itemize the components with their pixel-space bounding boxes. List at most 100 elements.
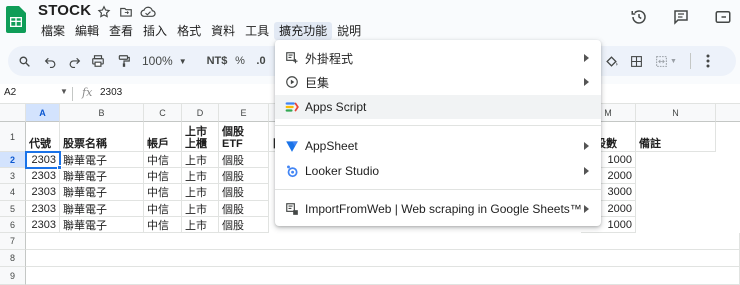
cell-name[interactable]: 聯華電子 — [60, 168, 144, 184]
fill-color-icon[interactable] — [602, 53, 620, 69]
chevron-down-icon[interactable]: ▼ — [60, 87, 68, 96]
column-header[interactable] — [716, 104, 740, 122]
row-header[interactable]: 6 — [0, 217, 26, 233]
more-options-icon[interactable] — [702, 53, 714, 69]
cell-code[interactable]: 2303 — [26, 168, 60, 184]
meet-present-icon[interactable] — [712, 6, 734, 28]
row-header[interactable]: 5 — [0, 201, 26, 217]
menu-format[interactable]: 格式 — [172, 22, 206, 40]
cell-kind[interactable]: 個股 — [219, 184, 269, 201]
name-box[interactable]: A2 — [4, 87, 16, 98]
redo-icon[interactable] — [66, 53, 82, 69]
print-icon[interactable] — [90, 53, 106, 69]
currency-format-button[interactable]: NT$ — [204, 53, 230, 69]
cell-account[interactable]: 中信 — [144, 184, 182, 201]
menu-item-apps-script[interactable]: Apps Script — [275, 95, 601, 119]
row-header[interactable]: 2 — [0, 152, 26, 168]
submenu-arrow-icon — [584, 78, 589, 86]
empty-row[interactable] — [26, 250, 740, 267]
paint-format-icon[interactable] — [116, 53, 132, 69]
menu-tools[interactable]: 工具 — [240, 22, 274, 40]
menu-item-macros[interactable]: 巨集 — [275, 70, 601, 94]
cell-account[interactable]: 中信 — [144, 152, 182, 168]
menu-item-importfromweb[interactable]: ImportFromWeb | Web scraping in Google S… — [275, 197, 601, 221]
cell-name[interactable]: 聯華電子 — [60, 217, 144, 233]
comments-icon[interactable] — [670, 6, 692, 28]
header-cell-name[interactable]: 股票名稱 — [60, 122, 144, 152]
cell-name[interactable]: 聯華電子 — [60, 152, 144, 168]
zoom-value: 100% — [142, 54, 173, 68]
menu-view[interactable]: 查看 — [104, 22, 138, 40]
column-header[interactable]: D — [182, 104, 219, 122]
cloud-status-icon[interactable] — [140, 4, 156, 20]
row-header[interactable]: 7 — [0, 233, 26, 250]
menu-insert[interactable]: 插入 — [138, 22, 172, 40]
row-header[interactable]: 1 — [0, 122, 26, 152]
cell-code[interactable]: 2303 — [26, 201, 60, 217]
apps-script-icon — [284, 99, 300, 115]
formula-divider — [72, 87, 73, 101]
empty-row[interactable] — [26, 233, 740, 250]
submenu-arrow-icon — [584, 205, 589, 213]
cell-account[interactable]: 中信 — [144, 217, 182, 233]
column-header[interactable]: C — [144, 104, 182, 122]
sheets-logo-icon[interactable] — [6, 6, 26, 33]
column-header[interactable]: B — [60, 104, 144, 122]
title-bar: STOCK 檔案 編輯 查看 插入 格式 資料 工具 擴充功能 說明 — [0, 0, 740, 40]
macro-play-icon — [284, 74, 300, 90]
column-header[interactable]: N — [636, 104, 716, 122]
menu-file[interactable]: 檔案 — [36, 22, 70, 40]
cell-name[interactable]: 聯華電子 — [60, 184, 144, 201]
document-title[interactable]: STOCK — [38, 2, 91, 19]
percent-format-button[interactable]: % — [234, 53, 246, 69]
undo-icon[interactable] — [42, 53, 58, 69]
cell-market[interactable]: 上市 — [182, 168, 219, 184]
cell-account[interactable]: 中信 — [144, 201, 182, 217]
cell-kind[interactable]: 個股 — [219, 168, 269, 184]
fill-handle[interactable] — [57, 165, 62, 170]
menu-item-addons[interactable]: 外掛程式 — [275, 46, 601, 70]
decrease-decimal-button[interactable]: .0 — [254, 53, 268, 69]
cell-market[interactable]: 上市 — [182, 217, 219, 233]
cell-market[interactable]: 上市 — [182, 152, 219, 168]
row-header[interactable]: 8 — [0, 250, 26, 267]
row-header[interactable]: 3 — [0, 168, 26, 184]
cell-account[interactable]: 中信 — [144, 168, 182, 184]
empty-row[interactable] — [26, 267, 740, 285]
menu-data[interactable]: 資料 — [206, 22, 240, 40]
cell-kind[interactable]: 個股 — [219, 201, 269, 217]
version-history-icon[interactable] — [628, 6, 650, 28]
cell-kind[interactable]: 個股 — [219, 152, 269, 168]
header-cell-code[interactable]: 代號 — [26, 122, 60, 152]
row-header[interactable]: 4 — [0, 184, 26, 201]
merge-cells-icon[interactable]: ▼ — [654, 53, 678, 69]
column-header[interactable]: A — [26, 104, 60, 122]
menu-item-looker-studio[interactable]: Looker Studio — [275, 159, 601, 183]
zoom-select[interactable]: 100% ▼ — [142, 53, 192, 69]
menu-extensions[interactable]: 擴充功能 — [274, 22, 333, 40]
cell-name[interactable]: 聯華電子 — [60, 201, 144, 217]
menu-edit[interactable]: 編輯 — [70, 22, 104, 40]
select-all-corner[interactable] — [0, 104, 26, 122]
extensions-menu: 外掛程式 巨集 Apps Script AppSheet Looker Stud… — [275, 40, 601, 226]
row-header[interactable]: 9 — [0, 267, 26, 285]
cell-kind[interactable]: 個股 — [219, 217, 269, 233]
cell-code[interactable]: 2303 — [26, 184, 60, 201]
borders-icon[interactable] — [628, 53, 644, 69]
star-icon[interactable] — [96, 4, 112, 20]
cell-market[interactable]: 上市 — [182, 201, 219, 217]
move-folder-icon[interactable] — [118, 4, 134, 20]
cell-code[interactable]: 2303 — [26, 217, 60, 233]
formula-input[interactable]: 2303 — [100, 87, 122, 98]
header-cell-market[interactable]: 上市 上櫃 — [182, 122, 219, 152]
looker-studio-icon — [284, 163, 300, 179]
header-cell-account[interactable]: 帳戶 — [144, 122, 182, 152]
header-cell-kind[interactable]: 個股 ETF — [219, 122, 269, 152]
cell-market[interactable]: 上市 — [182, 184, 219, 201]
menu-item-label: 外掛程式 — [305, 51, 354, 66]
header-cell-notes[interactable]: 備註 — [636, 122, 716, 152]
menu-help[interactable]: 說明 — [332, 22, 366, 40]
search-menus-icon[interactable] — [16, 53, 32, 69]
menu-item-appsheet[interactable]: AppSheet — [275, 134, 601, 158]
column-header[interactable]: E — [219, 104, 269, 122]
